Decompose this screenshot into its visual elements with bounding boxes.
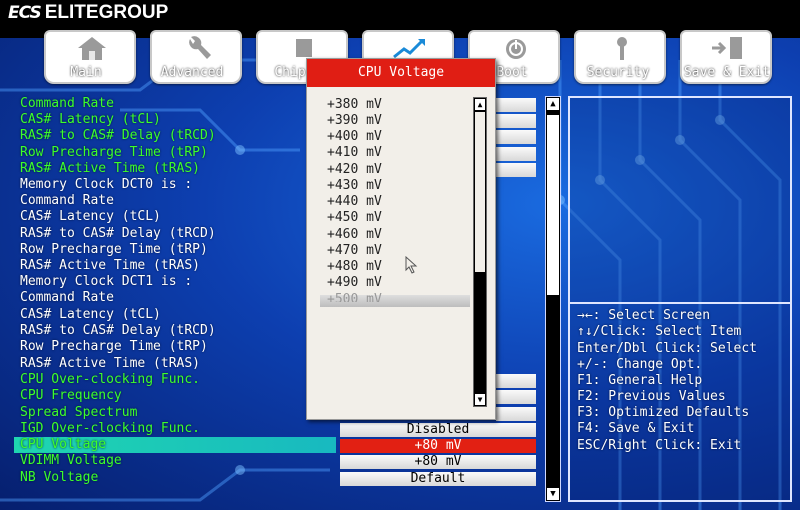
value-stub — [496, 407, 536, 421]
popup-scroll-thumb[interactable] — [475, 112, 485, 272]
exit-door-icon — [712, 37, 742, 59]
help-line: +/-: Change Opt. — [577, 357, 703, 372]
popup-option[interactable]: +460 mV — [327, 227, 467, 243]
popup-option[interactable]: +490 mV — [327, 275, 467, 291]
item-nb-voltage[interactable]: NB Voltage — [20, 470, 98, 486]
popup-option[interactable]: +430 mV — [327, 178, 467, 194]
help-divider — [568, 302, 792, 304]
popup-scrollbar[interactable]: ▲ ▼ — [473, 97, 487, 407]
item-trcd-1: RAS# to CAS# Delay (tRCD) — [20, 226, 216, 241]
item-cas-latency-2: CAS# Latency (tCL) — [20, 307, 161, 322]
popup-option[interactable]: +440 mV — [327, 194, 467, 210]
value-stub — [496, 98, 536, 112]
popup-option[interactable]: +470 mV — [327, 243, 467, 259]
popup-option-partial[interactable]: +500 mV — [327, 292, 467, 302]
item-memory-clock-dct0: Memory Clock DCT0 is : — [20, 177, 193, 192]
help-line: ESC/Right Click: Exit — [577, 438, 742, 453]
logo-mark: ECS — [8, 3, 42, 23]
value-stub — [496, 130, 536, 144]
item-cas-latency-0[interactable]: CAS# Latency (tCL) — [20, 112, 161, 128]
item-memory-clock-dct1: Memory Clock DCT1 is : — [20, 274, 193, 289]
item-trcd-0[interactable]: RAS# to CAS# Delay (tRCD) — [20, 128, 216, 144]
help-line: F2: Previous Values — [577, 389, 726, 404]
popup-option[interactable]: +450 mV — [327, 210, 467, 226]
tab-save-exit-label: Save & Exit — [683, 65, 771, 80]
popup-option[interactable]: +480 mV — [327, 259, 467, 275]
item-tras-0[interactable]: RAS# Active Time (tRAS) — [20, 161, 200, 177]
item-spread-spectrum[interactable]: Spread Spectrum — [20, 405, 137, 421]
tab-main-label: Main — [70, 65, 102, 80]
wrench-icon — [189, 36, 211, 59]
value-stub — [496, 374, 536, 388]
item-tras-2: RAS# Active Time (tRAS) — [20, 356, 201, 371]
ecs-logo: ECS ELITEGROUP — [8, 2, 168, 24]
help-line: ↑↓/Click: Select Item — [577, 324, 742, 339]
main-scrollbar[interactable]: ▲ ▼ — [545, 96, 561, 502]
help-line: →←: Select Screen — [577, 308, 711, 323]
popup-option[interactable]: +420 mV — [327, 162, 467, 178]
item-tras-1: RAS# Active Time (tRAS) — [20, 258, 201, 273]
cpu-voltage-popup[interactable]: CPU Voltage +380 mV +390 mV +400 mV +410… — [306, 58, 496, 420]
help-line: F4: Save & Exit — [577, 421, 695, 436]
value-stub — [496, 114, 536, 128]
help-line: Enter/Dbl Click: Select — [577, 341, 758, 356]
logo-text: ELITEGROUP — [44, 2, 169, 23]
item-command-rate-1: Command Rate — [20, 193, 114, 208]
popup-option[interactable]: +380 mV — [327, 97, 467, 113]
home-icon — [78, 37, 106, 60]
igd-overclock-value[interactable]: Disabled — [340, 423, 536, 437]
scroll-up-icon[interactable]: ▲ — [547, 98, 559, 110]
cpu-voltage-value[interactable]: +80 mV — [340, 439, 536, 453]
scroll-down-icon[interactable]: ▼ — [547, 488, 559, 500]
value-stub — [496, 163, 536, 177]
item-cpu-overclock[interactable]: CPU Over-clocking Func. — [20, 372, 200, 388]
value-stub — [496, 147, 536, 161]
help-line: F1: General Help — [577, 373, 703, 388]
popup-scroll-down-icon[interactable]: ▼ — [475, 394, 485, 405]
popup-option[interactable]: +400 mV — [327, 129, 467, 145]
nb-voltage-value[interactable]: Default — [340, 472, 536, 486]
item-trp-0[interactable]: Row Precharge Time (tRP) — [20, 145, 208, 161]
tab-security-label: Security — [586, 65, 650, 80]
mouse-cursor-icon — [405, 256, 418, 274]
key-icon — [617, 37, 627, 60]
value-stub — [496, 390, 536, 404]
popup-scroll-up-icon[interactable]: ▲ — [475, 99, 485, 110]
item-command-rate-2: Command Rate — [20, 290, 114, 305]
power-icon — [506, 39, 526, 59]
tab-advanced-label: Advanced — [160, 65, 224, 80]
vdimm-voltage-value[interactable]: +80 mV — [340, 455, 536, 469]
help-line: F3: Optimized Defaults — [577, 405, 750, 420]
item-trp-1: Row Precharge Time (tRP) — [20, 242, 208, 257]
popup-option[interactable]: +410 mV — [327, 145, 467, 161]
popup-option[interactable]: +390 mV — [327, 113, 467, 129]
item-cas-latency-1: CAS# Latency (tCL) — [20, 209, 161, 224]
item-trp-2: Row Precharge Time (tRP) — [20, 339, 208, 354]
popup-title: CPU Voltage — [307, 59, 495, 87]
item-igd-overclock[interactable]: IGD Over-clocking Func. — [20, 421, 200, 437]
item-cpu-frequency[interactable]: CPU Frequency — [20, 388, 122, 404]
scroll-thumb[interactable] — [547, 115, 559, 295]
item-command-rate-0[interactable]: Command Rate — [20, 96, 114, 112]
item-vdimm-voltage[interactable]: VDIMM Voltage — [20, 453, 122, 469]
item-cpu-voltage[interactable]: CPU Voltage — [20, 437, 106, 453]
item-trcd-2: RAS# to CAS# Delay (tRCD) — [20, 323, 216, 338]
